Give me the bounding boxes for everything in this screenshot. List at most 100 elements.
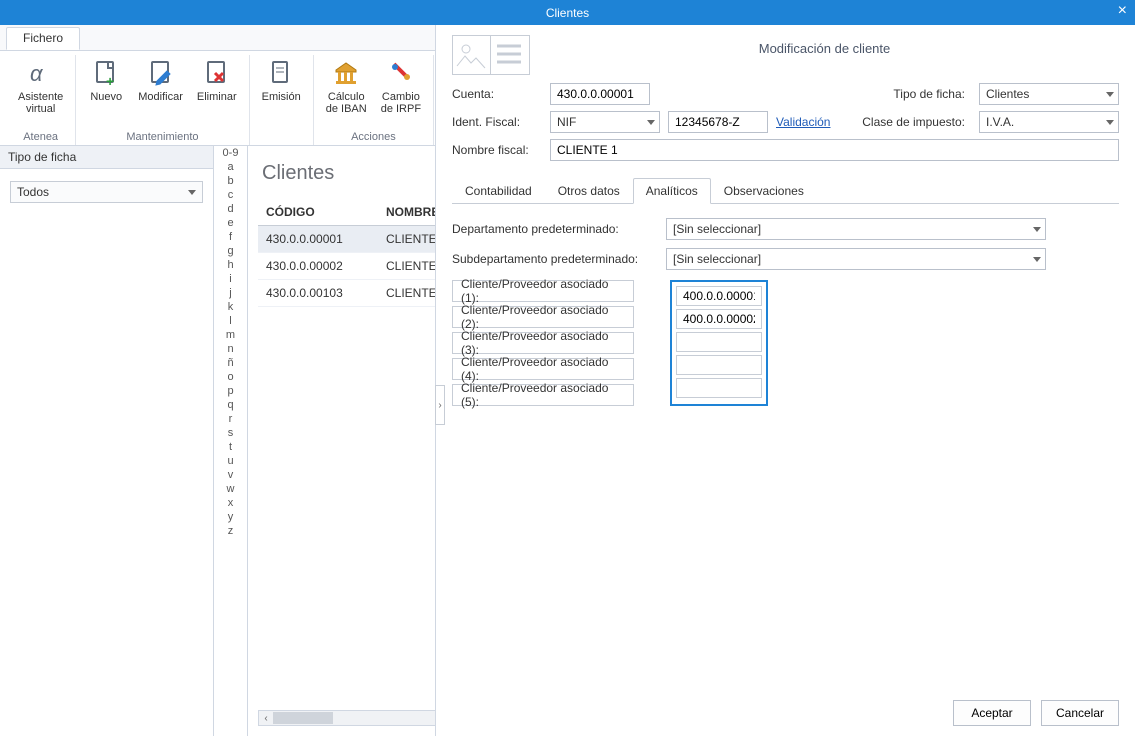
alpha-k[interactable]: k	[214, 300, 247, 314]
asoc-input-1[interactable]	[676, 286, 762, 306]
chevron-down-icon	[188, 190, 196, 195]
calculo-iban-button[interactable]: Cálculo de IBAN	[320, 55, 373, 117]
alpha-b[interactable]: b	[214, 174, 247, 188]
tab-observaciones[interactable]: Observaciones	[711, 178, 817, 204]
alpha-j[interactable]: j	[214, 286, 247, 300]
alpha-d[interactable]: d	[214, 202, 247, 216]
label-ident: Ident. Fiscal:	[452, 115, 542, 129]
alpha-g[interactable]: g	[214, 244, 247, 258]
ficha-type-header: Tipo de ficha	[0, 146, 213, 169]
chevron-down-icon	[1033, 227, 1041, 232]
edit-icon	[145, 57, 177, 89]
tab-contabilidad[interactable]: Contabilidad	[452, 178, 545, 204]
todos-combo[interactable]: Todos	[10, 181, 203, 203]
tab-analíticos[interactable]: Analíticos	[633, 178, 711, 204]
modificar-button[interactable]: Modificar	[132, 55, 189, 105]
emision-button[interactable]: Emisión	[256, 55, 307, 105]
col-codigo[interactable]: CÓDIGO	[258, 199, 378, 226]
nuevo-button[interactable]: + Nuevo	[82, 55, 130, 105]
alpha-ñ[interactable]: ñ	[214, 356, 247, 370]
asoc-label-5[interactable]: Cliente/Proveedor asociado (5):	[452, 384, 634, 406]
chevron-down-icon	[1033, 257, 1041, 262]
asoc-input-3[interactable]	[676, 332, 762, 352]
alpha-t[interactable]: t	[214, 440, 247, 454]
alpha-r[interactable]: r	[214, 412, 247, 426]
alpha-x[interactable]: x	[214, 496, 247, 510]
photo-icon	[453, 36, 491, 74]
alpha-v[interactable]: v	[214, 468, 247, 482]
new-icon: +	[90, 57, 122, 89]
asoc-label-1[interactable]: Cliente/Proveedor asociado (1):	[452, 280, 634, 302]
chevron-down-icon	[1106, 92, 1114, 97]
group-caption-atenea: Atenea	[23, 129, 58, 145]
tax-icon	[385, 57, 417, 89]
asoc-input-2[interactable]	[676, 309, 762, 329]
alpha-f[interactable]: f	[214, 230, 247, 244]
alpha-i[interactable]: i	[214, 272, 247, 286]
alpha-0-9[interactable]: 0-9	[214, 146, 247, 160]
aceptar-button[interactable]: Aceptar	[953, 700, 1031, 726]
alpha-n[interactable]: n	[214, 342, 247, 356]
scroll-thumb[interactable]	[273, 712, 333, 724]
asoc-label-4[interactable]: Cliente/Proveedor asociado (4):	[452, 358, 634, 380]
delete-icon	[201, 57, 233, 89]
asoc-input-4[interactable]	[676, 355, 762, 375]
tab-fichero[interactable]: Fichero	[6, 27, 80, 50]
window-titlebar: Clientes ×	[0, 0, 1135, 25]
image-placeholder[interactable]	[452, 35, 530, 75]
cuenta-input[interactable]	[550, 83, 650, 105]
label-tipo-ficha: Tipo de ficha:	[861, 87, 971, 101]
tipo-ficha-combo[interactable]: Clientes	[979, 83, 1119, 105]
alpha-w[interactable]: w	[214, 482, 247, 496]
ident-num-input[interactable]	[668, 111, 768, 133]
label-clase-imp: Clase de impuesto:	[861, 115, 971, 129]
tab-analiticos-body: Departamento predeterminado: [Sin selecc…	[436, 204, 1135, 690]
alpha-q[interactable]: q	[214, 398, 247, 412]
asoc-input-5[interactable]	[676, 378, 762, 398]
svg-text:+: +	[106, 73, 114, 87]
nombre-input[interactable]	[550, 139, 1119, 161]
alpha-a[interactable]: a	[214, 160, 247, 174]
alpha-o[interactable]: o	[214, 370, 247, 384]
alpha-h[interactable]: h	[214, 258, 247, 272]
departamento-combo[interactable]: [Sin seleccionar]	[666, 218, 1046, 240]
clase-imp-combo[interactable]: I.V.A.	[979, 111, 1119, 133]
asoc-label-3[interactable]: Cliente/Proveedor asociado (3):	[452, 332, 634, 354]
print-icon	[265, 57, 297, 89]
left-panel: Tipo de ficha Todos	[0, 146, 214, 736]
asoc-inputs-group	[670, 280, 768, 406]
group-caption-mantenimiento: Mantenimiento	[126, 129, 198, 145]
alpha-u[interactable]: u	[214, 454, 247, 468]
collapse-handle[interactable]: ›	[435, 385, 445, 425]
alpha-p[interactable]: p	[214, 384, 247, 398]
chevron-down-icon	[647, 120, 655, 125]
lines-icon	[491, 36, 529, 74]
subdepartamento-combo[interactable]: [Sin seleccionar]	[666, 248, 1046, 270]
alpha-m[interactable]: m	[214, 328, 247, 342]
cambio-irpf-button[interactable]: Cambio de IRPF	[375, 55, 427, 117]
alphabet-index: 0-9abcdefghijklmnñopqrstuvwxyz	[214, 146, 248, 736]
tab-otros-datos[interactable]: Otros datos	[545, 178, 633, 204]
close-icon[interactable]: ×	[1118, 2, 1127, 20]
alpha-l[interactable]: l	[214, 314, 247, 328]
group-caption-acciones: Acciones	[351, 129, 396, 145]
alpha-s[interactable]: s	[214, 426, 247, 440]
alpha-icon: α	[25, 57, 57, 89]
label-departamento: Departamento predeterminado:	[452, 222, 666, 236]
alpha-z[interactable]: z	[214, 524, 247, 538]
cancelar-button[interactable]: Cancelar	[1041, 700, 1119, 726]
todos-value: Todos	[17, 185, 49, 199]
client-edit-dialog: › Modificación de cliente Cuenta: Tipo d…	[435, 25, 1135, 736]
validacion-link[interactable]: Validación	[776, 115, 830, 129]
label-nombre: Nombre fiscal:	[452, 143, 542, 157]
scroll-left-icon[interactable]: ‹	[259, 711, 273, 725]
dialog-tabs: ContabilidadOtros datosAnalíticosObserva…	[452, 177, 1119, 204]
alpha-y[interactable]: y	[214, 510, 247, 524]
asoc-label-2[interactable]: Cliente/Proveedor asociado (2):	[452, 306, 634, 328]
ident-type-combo[interactable]: NIF	[550, 111, 660, 133]
eliminar-button[interactable]: Eliminar	[191, 55, 243, 105]
alpha-c[interactable]: c	[214, 188, 247, 202]
asistente-virtual-button[interactable]: α Asistente virtual	[12, 55, 69, 117]
alpha-e[interactable]: e	[214, 216, 247, 230]
label-subdepartamento: Subdepartamento predeterminado:	[452, 252, 666, 266]
